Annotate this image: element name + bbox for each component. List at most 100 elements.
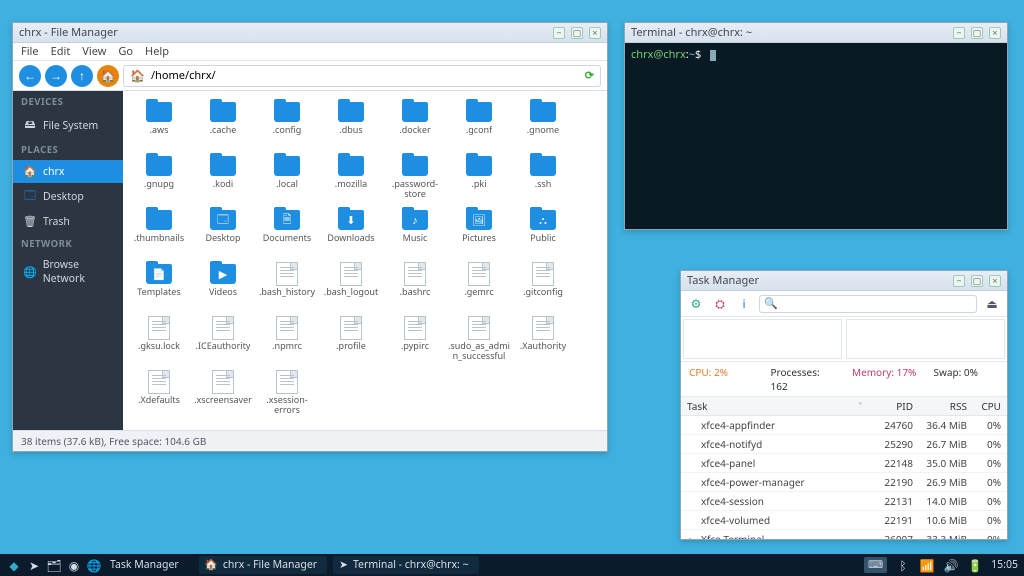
col-cpu[interactable]: CPU bbox=[971, 399, 1001, 413]
nav-home-button[interactable]: 🏠 bbox=[97, 65, 119, 87]
file-item[interactable]: .bashrc bbox=[383, 261, 447, 315]
file-item[interactable]: .ssh bbox=[511, 153, 575, 207]
close-button[interactable]: × bbox=[589, 27, 601, 39]
end-process-button[interactable]: ⏏ bbox=[983, 295, 1001, 313]
file-item[interactable]: .gnupg bbox=[127, 153, 191, 207]
file-item[interactable]: .ICEauthority bbox=[191, 315, 255, 369]
file-item[interactable]: .aws bbox=[127, 99, 191, 153]
terminal-titlebar[interactable]: Terminal - chrx@chrx: ~ − ▢ × bbox=[625, 23, 1007, 43]
file-item[interactable]: .docker bbox=[383, 99, 447, 153]
volume-icon[interactable]: 🔊 bbox=[943, 557, 959, 573]
nav-forward-button[interactable]: → bbox=[45, 65, 67, 87]
file-item[interactable]: .bash_history bbox=[255, 261, 319, 315]
file-item[interactable]: Documents bbox=[255, 207, 319, 261]
info-icon[interactable]: ℹ bbox=[735, 295, 753, 313]
taskbar-window-button[interactable]: ➤Terminal - chrx@chrx: ~ bbox=[333, 556, 478, 574]
file-item[interactable]: Pictures bbox=[447, 207, 511, 261]
file-item[interactable]: .xsession-errors bbox=[255, 369, 319, 423]
file-item[interactable]: .gitconfig bbox=[511, 261, 575, 315]
menu-file[interactable]: File bbox=[21, 44, 39, 59]
battery-icon[interactable]: 🔋 bbox=[967, 557, 983, 573]
file-item[interactable]: Downloads bbox=[319, 207, 383, 261]
file-item[interactable]: Public bbox=[511, 207, 575, 261]
file-item[interactable]: .thumbnails bbox=[127, 207, 191, 261]
close-button[interactable]: × bbox=[989, 27, 1001, 39]
nav-back-button[interactable]: ← bbox=[19, 65, 41, 87]
menu-edit[interactable]: Edit bbox=[51, 44, 71, 59]
file-item[interactable]: Music bbox=[383, 207, 447, 261]
col-rss[interactable]: RSS bbox=[917, 399, 967, 413]
process-row[interactable]: xfce4-power-manager 22190 26.9 MiB 0% bbox=[681, 473, 1007, 492]
chrome-launcher-icon[interactable]: ◉ bbox=[66, 557, 82, 573]
sidebar-item-file-system[interactable]: 🖴File System bbox=[13, 112, 123, 139]
nav-up-button[interactable]: ↑ bbox=[71, 65, 93, 87]
file-item[interactable]: .pypirc bbox=[383, 315, 447, 369]
refresh-icon[interactable]: ⟳ bbox=[585, 68, 594, 83]
minimize-button[interactable]: − bbox=[953, 275, 965, 287]
filter-icon[interactable]: ⛭ bbox=[711, 295, 729, 313]
file-item[interactable]: .config bbox=[255, 99, 319, 153]
file-item[interactable]: .local bbox=[255, 153, 319, 207]
file-item[interactable]: .kodi bbox=[191, 153, 255, 207]
sidebar-item-browse-network[interactable]: 🌐Browse Network bbox=[13, 254, 123, 290]
file-item[interactable]: .password-store bbox=[383, 153, 447, 207]
sidebar-item-desktop[interactable]: 🗔Desktop bbox=[13, 183, 123, 210]
menu-view[interactable]: View bbox=[82, 44, 106, 59]
wifi-icon[interactable]: 📶 bbox=[919, 557, 935, 573]
globe-launcher-icon[interactable]: 🌐 bbox=[86, 557, 102, 573]
file-item[interactable]: .pki bbox=[447, 153, 511, 207]
process-table-header[interactable]: Task ˅ PID RSS CPU bbox=[681, 397, 1007, 416]
process-row[interactable]: xfce4-notifyd 25290 26.7 MiB 0% bbox=[681, 435, 1007, 454]
app-menu-icon[interactable]: ◆ bbox=[6, 557, 22, 573]
path-bar[interactable]: 🏠 ⟳ bbox=[123, 65, 601, 87]
minimize-button[interactable]: − bbox=[553, 27, 565, 39]
files-launcher-icon[interactable]: 🗂 bbox=[46, 557, 62, 573]
file-item[interactable]: .gksu.lock bbox=[127, 315, 191, 369]
taskbar-window-button[interactable]: 🏠chrx - File Manager bbox=[199, 556, 327, 574]
icon-view[interactable]: .aws.cache.config.dbus.docker.gconf.gnom… bbox=[123, 91, 607, 430]
terminal-body[interactable]: chrx@chrx:~$ bbox=[625, 43, 1007, 229]
maximize-button[interactable]: ▢ bbox=[571, 27, 583, 39]
process-row[interactable]: xfce4-appfinder 24760 36.4 MiB 0% bbox=[681, 416, 1007, 435]
minimize-button[interactable]: − bbox=[953, 27, 965, 39]
terminal-launcher-icon[interactable]: ➤ bbox=[26, 557, 42, 573]
process-row[interactable]: ◔ Xfce Terminal 26007 33.3 MiB 0% bbox=[681, 530, 1007, 539]
maximize-button[interactable]: ▢ bbox=[971, 275, 983, 287]
file-item[interactable]: Templates bbox=[127, 261, 191, 315]
file-item[interactable]: Videos bbox=[191, 261, 255, 315]
process-list[interactable]: xfce4-appfinder 24760 36.4 MiB 0% xfce4-… bbox=[681, 416, 1007, 539]
process-search[interactable]: 🔍 bbox=[759, 295, 977, 313]
close-button[interactable]: × bbox=[989, 275, 1001, 287]
file-item[interactable]: .gnome bbox=[511, 99, 575, 153]
file-item[interactable]: .sudo_as_admin_successful bbox=[447, 315, 511, 369]
file-item[interactable]: .mozilla bbox=[319, 153, 383, 207]
path-input[interactable] bbox=[151, 68, 579, 83]
file-item[interactable]: Desktop bbox=[191, 207, 255, 261]
sidebar-item-chrx[interactable]: 🏠chrx bbox=[13, 160, 123, 183]
keyboard-indicator[interactable]: ⌨ bbox=[864, 557, 887, 573]
search-input[interactable] bbox=[781, 297, 972, 311]
task-manager-titlebar[interactable]: Task Manager − ▢ × bbox=[681, 271, 1007, 291]
file-item[interactable]: .Xdefaults bbox=[127, 369, 191, 423]
file-item[interactable]: .Xauthority bbox=[511, 315, 575, 369]
file-item[interactable]: .npmrc bbox=[255, 315, 319, 369]
bluetooth-icon[interactable]: ᛒ bbox=[895, 557, 911, 573]
file-item[interactable]: .bash_logout bbox=[319, 261, 383, 315]
sidebar-item-trash[interactable]: 🗑Trash bbox=[13, 210, 123, 233]
settings-icon[interactable]: ⚙ bbox=[687, 295, 705, 313]
file-item[interactable]: .dbus bbox=[319, 99, 383, 153]
file-item[interactable]: .profile bbox=[319, 315, 383, 369]
file-item[interactable]: .xscreensaver bbox=[191, 369, 255, 423]
menu-go[interactable]: Go bbox=[118, 44, 133, 59]
file-item[interactable]: .gemrc bbox=[447, 261, 511, 315]
process-row[interactable]: xfce4-session 22131 14.0 MiB 0% bbox=[681, 492, 1007, 511]
file-item[interactable]: .cache bbox=[191, 99, 255, 153]
col-pid[interactable]: PID bbox=[873, 399, 913, 413]
maximize-button[interactable]: ▢ bbox=[971, 27, 983, 39]
clock[interactable]: 15:05 bbox=[991, 558, 1018, 572]
process-row[interactable]: xfce4-panel 22148 35.0 MiB 0% bbox=[681, 454, 1007, 473]
process-row[interactable]: xfce4-volumed 22191 10.6 MiB 0% bbox=[681, 511, 1007, 530]
file-item[interactable]: .gconf bbox=[447, 99, 511, 153]
col-task[interactable]: Task bbox=[687, 399, 855, 413]
menu-help[interactable]: Help bbox=[145, 44, 169, 59]
